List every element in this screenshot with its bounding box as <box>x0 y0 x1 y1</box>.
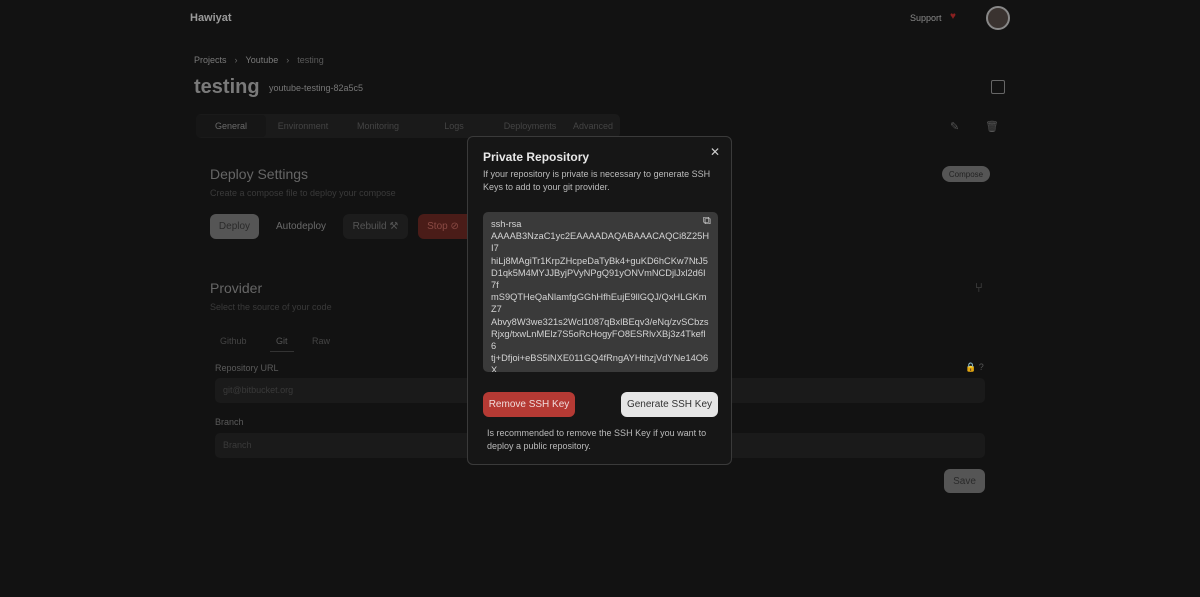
dialog-title: Private Repository <box>483 150 590 164</box>
dialog-description: If your repository is private is necessa… <box>483 169 711 192</box>
ssh-key-textarea[interactable]: ssh-rsa AAAAB3NzaC1yc2EAAAADAQABAAACAQCi8… <box>483 212 718 372</box>
ssh-key-line: hiLj8MAgiTr1KrpZHcpeDaTyBk4+guKD6hCKw7Nt… <box>491 255 708 266</box>
ssh-key-line: Abvy8W3we321s2Wcl1087qBxlBEqv3/eNq/zvSCb… <box>491 316 709 327</box>
private-repository-dialog: Private Repository ✕ If your repository … <box>467 136 732 465</box>
dialog-note: Is recommended to remove the SSH Key if … <box>487 428 707 451</box>
copy-icon[interactable]: ⧉ <box>703 215 711 228</box>
generate-ssh-key-button[interactable]: Generate SSH Key <box>621 392 718 417</box>
ssh-key-line: Rjxg/txwLnMElz7S5oRcHogyFO8ESRlvXBj3z4Tk… <box>491 328 706 352</box>
ssh-key-line: D1qk5M4MYJJByjPVyNPgQ91yONVmNCDjlJxl2d6I… <box>491 267 706 291</box>
ssh-key-line: mS9QTHeQaNlamfgGGhHfhEujE9llGQJ/QxHLGKmZ… <box>491 292 707 315</box>
close-icon[interactable]: ✕ <box>710 145 720 159</box>
ssh-key-line: AAAAB3NzaC1yc2EAAAADAQABAAACAQCi8Z25HI7 <box>491 231 710 254</box>
ssh-key-line: tj+Dfjoi+eBS5lNXE011GQ4fRngAYHthzjVdYNe1… <box>491 353 709 372</box>
ssh-key-line: ssh-rsa <box>491 219 522 229</box>
remove-ssh-key-button[interactable]: Remove SSH Key <box>483 392 575 417</box>
